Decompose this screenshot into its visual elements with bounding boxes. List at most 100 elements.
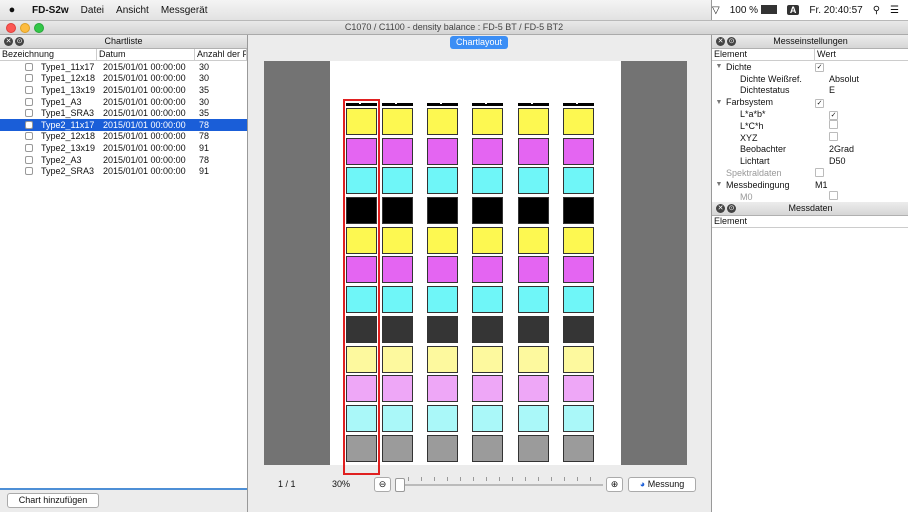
disclosure-triangle-icon[interactable]: ▼ bbox=[712, 63, 726, 70]
battery-status[interactable]: 100 % bbox=[730, 5, 777, 16]
color-patch[interactable] bbox=[427, 404, 458, 432]
color-patch[interactable] bbox=[427, 375, 458, 403]
chart-list-row[interactable]: Type1_SRA3 2015/01/01 00:00:00 35 bbox=[0, 107, 247, 119]
color-patch[interactable] bbox=[427, 167, 458, 195]
setting-checkbox[interactable] bbox=[829, 120, 838, 130]
row-checkbox[interactable] bbox=[25, 85, 33, 94]
patch-strip[interactable] bbox=[518, 102, 549, 464]
tab-chartlayout[interactable]: Chartlayout bbox=[449, 36, 509, 49]
add-chart-button[interactable]: Chart hinzufügen bbox=[7, 493, 99, 508]
color-patch[interactable] bbox=[427, 226, 458, 254]
detach-panel-icon[interactable]: ⊙ bbox=[727, 204, 736, 213]
color-patch[interactable] bbox=[382, 434, 413, 462]
layout-canvas[interactable] bbox=[264, 61, 687, 475]
row-checkbox[interactable] bbox=[25, 97, 33, 106]
column-anzahl[interactable]: Anzahl der Pa bbox=[195, 49, 247, 60]
color-patch[interactable] bbox=[563, 286, 594, 314]
setting-checkbox[interactable] bbox=[829, 132, 838, 142]
color-patch[interactable] bbox=[563, 137, 594, 165]
spotlight-icon[interactable]: ⚲ bbox=[873, 5, 880, 16]
color-patch[interactable] bbox=[382, 226, 413, 254]
chart-list-row[interactable]: Type2_SRA3 2015/01/01 00:00:00 91 bbox=[0, 165, 247, 177]
color-patch[interactable] bbox=[427, 137, 458, 165]
chart-list-row[interactable]: Type1_13x19 2015/01/01 00:00:00 35 bbox=[0, 84, 247, 96]
color-patch[interactable] bbox=[563, 108, 594, 135]
color-patch[interactable] bbox=[472, 286, 503, 314]
settings-row[interactable]: M0 bbox=[712, 191, 908, 202]
color-patch[interactable] bbox=[518, 137, 549, 165]
setting-checkbox-checked[interactable]: ✓ bbox=[815, 98, 824, 108]
color-patch[interactable] bbox=[518, 286, 549, 314]
color-patch[interactable] bbox=[563, 167, 594, 195]
zoom-slider[interactable] bbox=[398, 484, 603, 486]
color-patch[interactable] bbox=[382, 167, 413, 195]
chart-list-row[interactable]: Type2_12x18 2015/01/01 00:00:00 78 bbox=[0, 131, 247, 143]
row-checkbox[interactable] bbox=[25, 143, 33, 152]
column-element[interactable]: Element bbox=[712, 49, 815, 60]
color-patch[interactable] bbox=[563, 375, 594, 403]
row-checkbox[interactable] bbox=[25, 109, 33, 118]
column-datum[interactable]: Datum bbox=[97, 49, 195, 60]
color-patch[interactable] bbox=[563, 345, 594, 373]
color-patch[interactable] bbox=[472, 108, 503, 135]
color-patch[interactable] bbox=[382, 404, 413, 432]
row-checkbox[interactable] bbox=[25, 155, 33, 164]
color-patch[interactable] bbox=[472, 345, 503, 373]
apple-icon[interactable]: ● bbox=[0, 4, 24, 16]
input-source[interactable]: A bbox=[786, 5, 800, 15]
row-checkbox[interactable] bbox=[25, 62, 33, 71]
settings-row[interactable]: ▼ Farbsystem ✓ bbox=[712, 96, 908, 108]
color-patch[interactable] bbox=[427, 315, 458, 343]
color-patch[interactable] bbox=[518, 167, 549, 195]
column-wert[interactable]: Wert bbox=[815, 49, 908, 60]
setting-checkbox-checked[interactable]: ✓ bbox=[829, 110, 838, 120]
color-patch[interactable] bbox=[563, 256, 594, 284]
row-checkbox[interactable] bbox=[25, 74, 33, 83]
settings-row[interactable]: Beobachter 2Grad bbox=[712, 144, 908, 156]
color-patch[interactable] bbox=[382, 345, 413, 373]
chart-list-row[interactable]: Type1_A3 2015/01/01 00:00:00 30 bbox=[0, 96, 247, 108]
color-patch[interactable] bbox=[472, 375, 503, 403]
patch-strip[interactable] bbox=[382, 102, 413, 464]
color-patch[interactable] bbox=[472, 404, 503, 432]
settings-row[interactable]: Lichtart D50 bbox=[712, 155, 908, 167]
minimize-window-button[interactable] bbox=[20, 23, 30, 33]
color-patch[interactable] bbox=[472, 226, 503, 254]
column-element[interactable]: Element bbox=[712, 216, 908, 227]
color-patch[interactable] bbox=[518, 226, 549, 254]
color-patch[interactable] bbox=[427, 286, 458, 314]
setting-checkbox-checked[interactable]: ✓ bbox=[815, 63, 824, 73]
close-window-button[interactable] bbox=[6, 23, 16, 33]
color-patch[interactable] bbox=[382, 108, 413, 135]
close-panel-icon[interactable]: ✕ bbox=[4, 37, 13, 46]
row-checkbox[interactable] bbox=[25, 120, 33, 129]
color-patch[interactable] bbox=[427, 345, 458, 373]
menu-datei[interactable]: Datei bbox=[75, 5, 110, 16]
column-bezeichnung[interactable]: Bezeichnung bbox=[0, 49, 97, 60]
color-patch[interactable] bbox=[472, 167, 503, 195]
clock[interactable]: Fr. 20:40:57 bbox=[809, 5, 862, 16]
color-patch[interactable] bbox=[563, 226, 594, 254]
app-menu[interactable]: FD-S2w bbox=[24, 5, 75, 16]
patch-strip[interactable] bbox=[472, 102, 503, 464]
color-patch[interactable] bbox=[382, 137, 413, 165]
settings-row[interactable]: ▼ Dichte ✓ bbox=[712, 61, 908, 73]
patch-strip[interactable] bbox=[563, 102, 594, 464]
color-patch[interactable] bbox=[563, 315, 594, 343]
color-patch[interactable] bbox=[518, 434, 549, 462]
close-panel-icon[interactable]: ✕ bbox=[716, 204, 725, 213]
detach-panel-icon[interactable]: ⊙ bbox=[15, 37, 24, 46]
setting-checkbox[interactable] bbox=[815, 167, 824, 177]
chart-list-row[interactable]: Type2_13x19 2015/01/01 00:00:00 91 bbox=[0, 142, 247, 154]
color-patch[interactable] bbox=[563, 434, 594, 462]
settings-row[interactable]: XYZ bbox=[712, 132, 908, 144]
color-patch[interactable] bbox=[427, 108, 458, 135]
color-patch[interactable] bbox=[382, 375, 413, 403]
row-checkbox[interactable] bbox=[25, 132, 33, 141]
settings-row[interactable]: Dichte Weißref. Absolut bbox=[712, 73, 908, 85]
settings-row[interactable]: Dichtestatus E bbox=[712, 85, 908, 97]
disclosure-triangle-icon[interactable]: ▼ bbox=[712, 99, 726, 106]
color-patch[interactable] bbox=[563, 197, 594, 225]
zoom-out-icon[interactable]: ⊖ bbox=[374, 477, 391, 492]
color-patch[interactable] bbox=[382, 256, 413, 284]
